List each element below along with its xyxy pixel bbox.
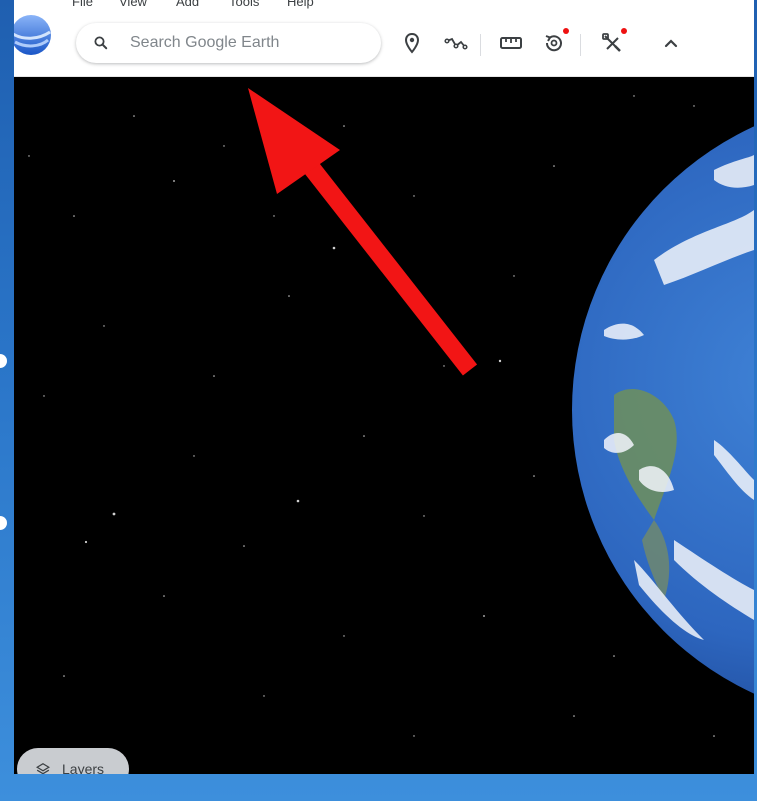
- history-notification-dot: [563, 28, 569, 34]
- search-icon: [94, 36, 108, 50]
- path-icon[interactable]: [444, 31, 468, 55]
- google-earth-logo-icon[interactable]: [14, 12, 54, 58]
- history-icon[interactable]: [542, 31, 566, 55]
- voyager-icon[interactable]: [600, 31, 624, 55]
- desktop-decoration: [0, 516, 7, 530]
- place-pin-icon[interactable]: [400, 31, 424, 55]
- collapse-icon[interactable]: [659, 31, 683, 55]
- menu-help[interactable]: Help: [287, 0, 314, 9]
- earth-globe[interactable]: [14, 0, 754, 774]
- toolbar-divider: [580, 34, 581, 56]
- top-toolbar: [14, 10, 754, 77]
- menu-view[interactable]: View: [119, 0, 147, 9]
- layers-icon: [36, 763, 50, 774]
- menu-file[interactable]: File: [72, 0, 93, 9]
- ruler-icon[interactable]: [499, 31, 523, 55]
- search-input[interactable]: [128, 31, 372, 55]
- layers-button[interactable]: Layers: [17, 748, 129, 774]
- google-earth-window: File View Add Tools Help Search Google E…: [14, 0, 754, 774]
- desktop-decoration: [0, 354, 7, 368]
- menu-tools[interactable]: Tools: [229, 0, 259, 9]
- voyager-notification-dot: [621, 28, 627, 34]
- layers-label: Layers: [62, 761, 105, 774]
- search-box[interactable]: [76, 23, 381, 63]
- menu-bar: File View Add Tools Help: [14, 0, 754, 10]
- menu-add[interactable]: Add: [176, 0, 199, 9]
- toolbar-divider: [480, 34, 481, 56]
